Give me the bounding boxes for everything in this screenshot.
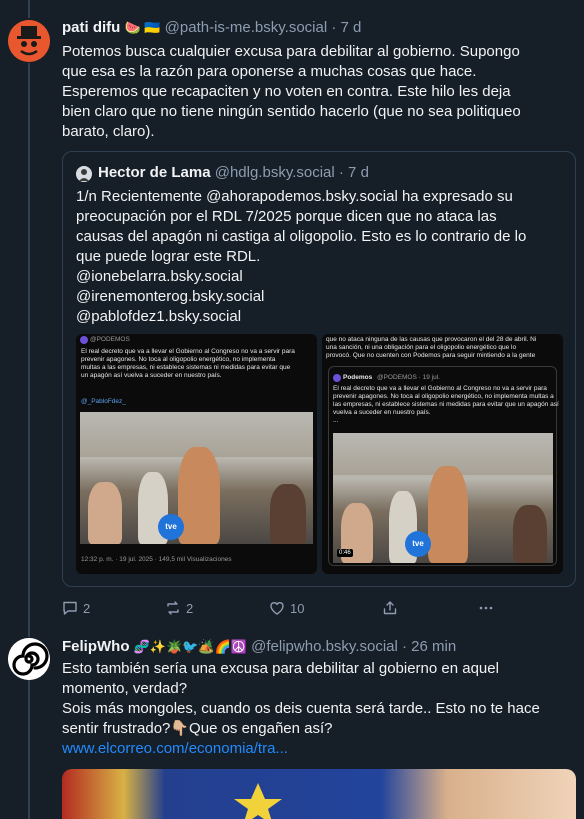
repost-icon [167,601,179,615]
quoted-header: Hector de Lama @hdlg.bsky.social · 7 d [98,163,369,183]
spiral-avatar-image [8,638,50,680]
image1-text-line: prevenir apagones. No toca al oligopolio… [81,356,276,363]
image1-text-line: multas a las empresas, ni establece sist… [81,364,291,371]
person-figure [513,505,547,563]
thread-line-top [28,0,30,18]
like-count: 10 [290,600,305,616]
author-handle[interactable]: @path-is-me.bsky.social [165,19,328,36]
author-name[interactable]: pati difu [62,19,120,36]
image2-inner-name: Podemos [343,374,373,381]
quoted-avatar-image [76,166,92,182]
image2-text-line: una sanción, ni una obligación para el o… [326,344,517,351]
repost-button[interactable]: 2 [165,598,193,618]
quoted-text-line: causas del apagón ni castiga al oligopol… [76,228,527,245]
tve-logo: tve [158,514,184,540]
quoted-handle[interactable]: @hdlg.bsky.social [215,164,335,181]
image1-header: @PODEMOS [90,336,130,343]
person-figure [178,447,220,544]
post-text-line: Esto también sería una excusa para debil… [62,660,499,677]
quoted-text-line: que puede lograr este RDL. [76,248,261,265]
image2-inner-line: las empresas, ni establece sistemas ni m… [333,401,559,408]
image1-text-line: El real decreto que va a llevar el Gobie… [81,348,295,355]
post-header: pati difu 🍉 🇺🇦 @path-is-me.bsky.social ·… [62,18,361,38]
quoted-text-line: 1/n Recientemente @ahorapodemos.bsky.soc… [76,188,513,205]
reply-icon [63,601,77,615]
reply-count: 2 [83,600,91,616]
quoted-mention[interactable]: @pablofdez1.bsky.social [76,307,526,327]
post-link[interactable]: www.elcorreo.com/economia/tra... [62,739,562,759]
quoted-author-name[interactable]: Hector de Lama [98,164,211,181]
post-text-line: bien claro que no tiene ningún sentido h… [62,103,521,120]
person-figure [428,466,468,563]
post-text: Potemos busca cualquier excusa para debi… [62,42,562,142]
quoted-text-line: preocupación por el RDL 7/2025 porque di… [76,208,497,225]
quoted-mention[interactable]: @ionebelarra.bsky.social [76,267,526,287]
video-duration: 0:46 [337,549,353,557]
image2-text-line: que no ataca ninguna de las causas que p… [326,336,537,343]
more-options-button[interactable] [478,598,499,618]
post-header: FelipWho 🧬✨🪴🐦🏕️🌈☮️ @felipwho.bsky.social… [62,637,456,657]
link-preview-graphic [234,783,282,819]
image2-inner-handle: @PODEMOS · 19 jul. [377,374,440,381]
post-actions: 2 2 10 [62,598,502,618]
podemos-avatar-icon [80,336,88,344]
post-text-line: que esa es la razón para oponerse a much… [62,63,477,80]
quoted-post[interactable]: Hector de Lama @hdlg.bsky.social · 7 d 1… [62,151,576,587]
avatar[interactable] [8,638,50,680]
post-text-line: Sois más mongoles, cuando os deis cuenta… [62,700,540,717]
quoted-image-2[interactable]: que no ataca ninguna de las causas que p… [322,334,563,574]
share-button[interactable] [382,598,403,618]
post-text-line: barato, claro). [62,123,155,140]
quoted-text: 1/n Recientemente @ahorapodemos.bsky.soc… [76,187,526,327]
link-preview-image[interactable] [62,769,576,819]
author-handle[interactable]: @felipwho.bsky.social [251,638,398,655]
author-emoji: 🧬✨🪴🐦🏕️🌈☮️ [133,639,247,654]
avatar[interactable] [8,20,50,62]
image1-photo: tve [80,412,313,544]
post-text-line: Potemos busca cualquier excusa para debi… [62,43,520,60]
post-text-line: Esperemos que recapaciten y no voten en … [62,83,511,100]
image2-inner-card: Podemos @PODEMOS · 19 jul. El real decre… [328,366,559,566]
like-icon [270,602,284,615]
image2-text-line: provocó. Que no cuenten con Podemos para… [326,352,536,359]
like-button[interactable]: 10 [269,598,304,618]
quoted-avatar[interactable] [76,166,92,182]
post-text: Esto también sería una excusa para debil… [62,659,562,759]
person-figure [270,484,306,544]
person-figure [88,482,122,544]
share-icon [383,601,397,615]
image2-inner-line: vuelva a suceder en nuestro país. [333,409,431,416]
image1-mention: @_PabloFdez_ [81,398,126,405]
post-text-line: momento, verdad? [62,680,188,697]
quoted-image-1[interactable]: @PODEMOS El real decreto que va a llevar… [76,334,317,574]
quoted-mention[interactable]: @irenemonterog.bsky.social [76,287,526,307]
post-text-line: sentir frustrado?👇🏼Que os engañen así? [62,720,333,737]
tve-logo: tve [405,531,431,557]
image1-text-line: un apagón así vuelva a suceder en nuestr… [81,372,222,379]
author-name[interactable]: FelipWho [62,638,130,655]
post-time[interactable]: · 7 d [331,19,361,36]
image2-inner-line: prevenir apagones. No toca al oligopolio… [333,393,554,400]
image2-inner-line: ... [333,417,339,424]
podemos-avatar-icon [333,374,341,382]
image2-inner-line: El real decreto que va a llevar el Gobie… [333,385,547,392]
more-icon [479,606,493,610]
image1-footer: 12:32 p. m. · 19 jul. 2025 · 149,5 mil V… [81,556,232,563]
repost-count: 2 [186,600,194,616]
avatar-image [8,20,50,62]
author-emoji: 🍉 🇺🇦 [124,20,161,35]
reply-button[interactable]: 2 [62,598,90,618]
quoted-time[interactable]: · 7 d [339,164,369,181]
image2-photo: tve 0:46 [333,433,553,563]
post-time[interactable]: · 26 min [402,638,456,655]
